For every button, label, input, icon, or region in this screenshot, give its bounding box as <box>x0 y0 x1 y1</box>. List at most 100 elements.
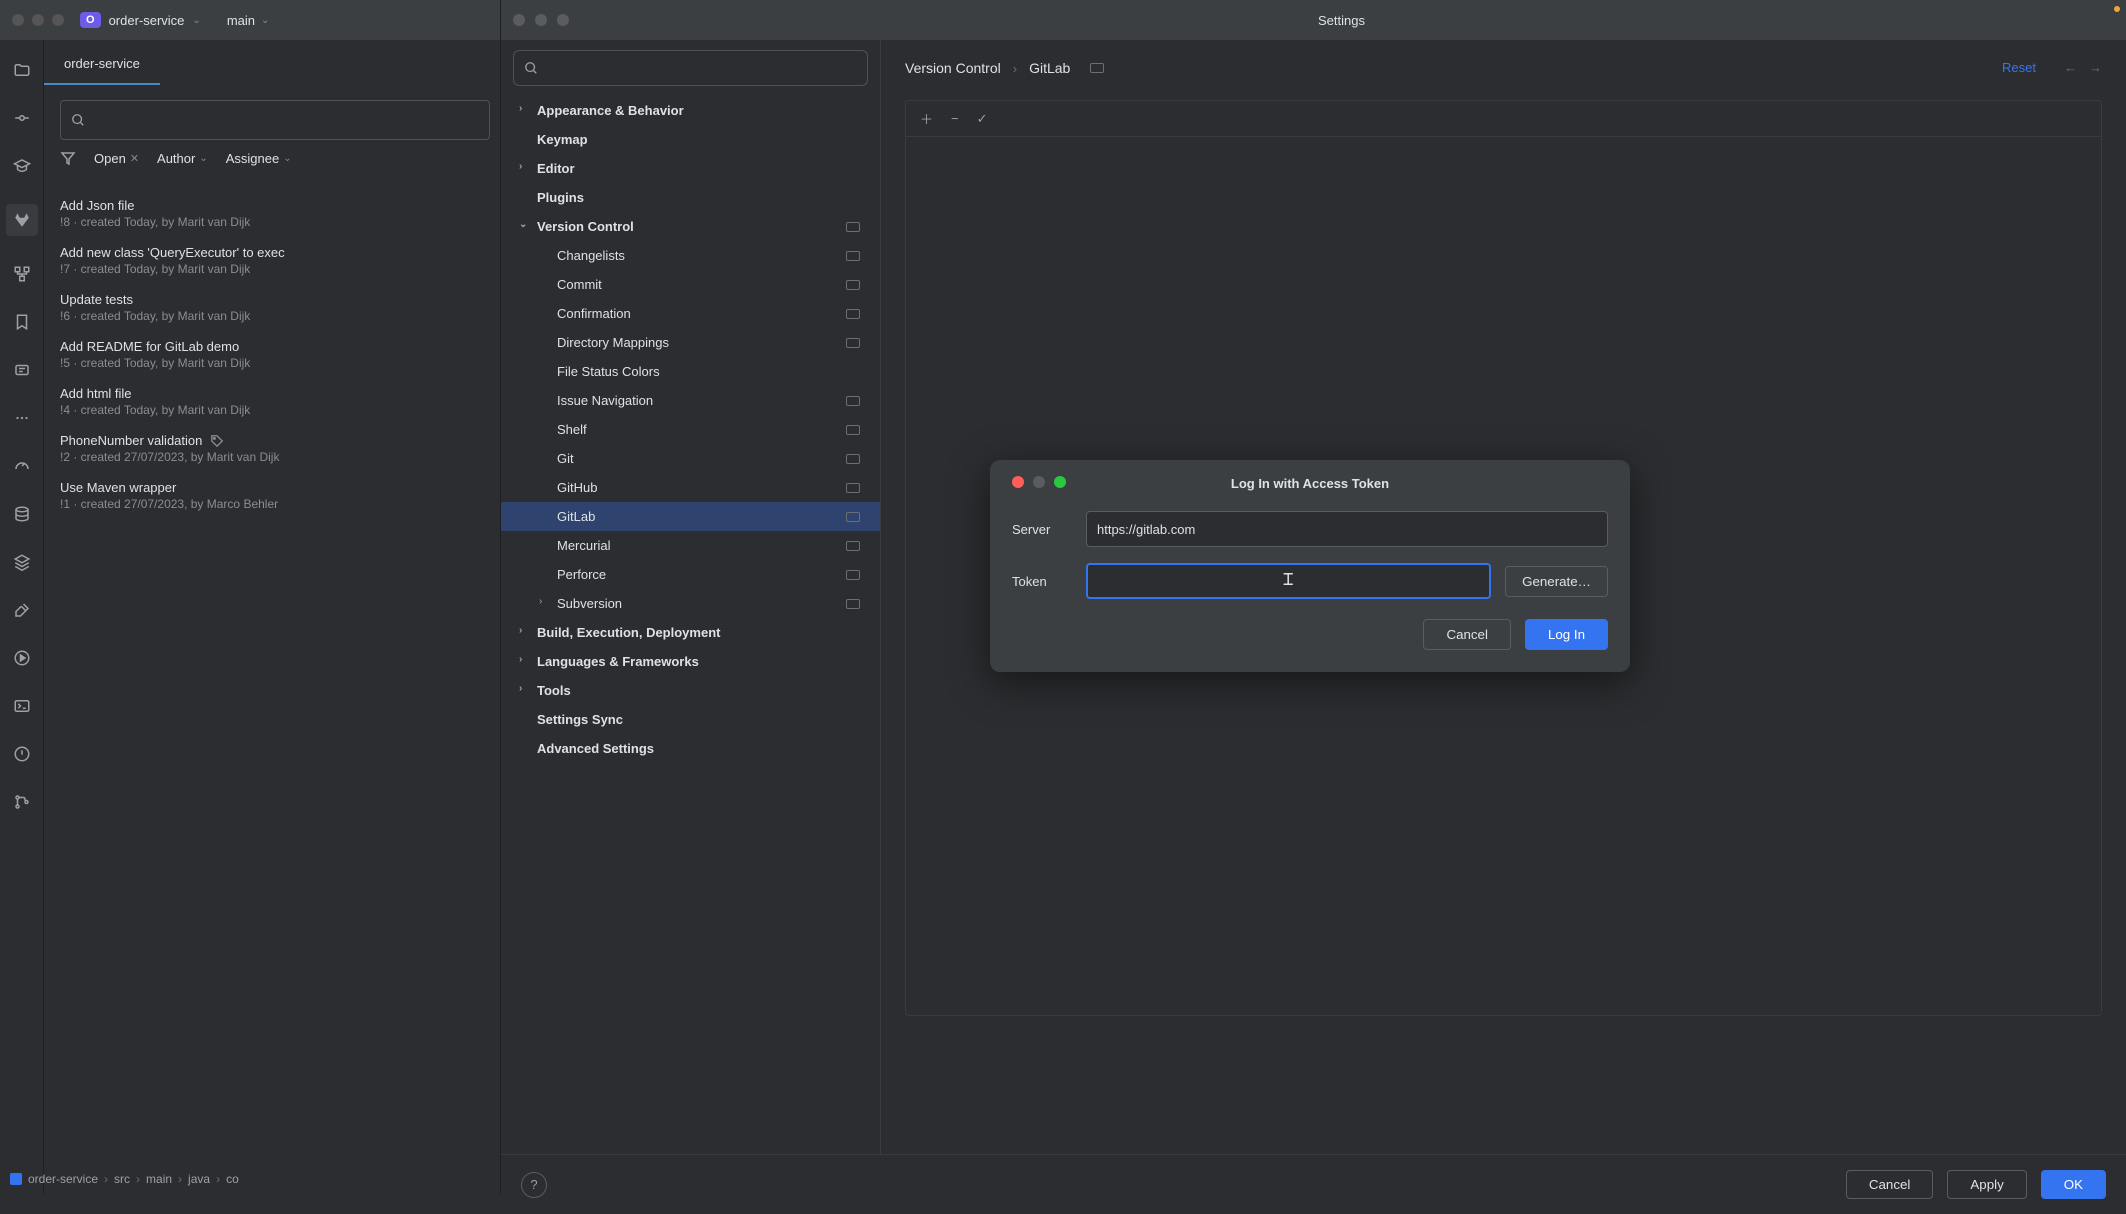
apply-button[interactable]: Apply <box>1947 1170 2026 1199</box>
structure-icon[interactable] <box>12 264 32 284</box>
maximize-icon[interactable] <box>52 14 64 26</box>
tree-item-tools[interactable]: ›Tools <box>501 676 880 705</box>
folder-icon[interactable] <box>12 60 32 80</box>
more-icon[interactable] <box>12 408 32 428</box>
breadcrumb-item[interactable]: java <box>188 1172 210 1186</box>
tree-label: Appearance & Behavior <box>537 103 684 118</box>
mr-title-text: PhoneNumber validation <box>60 433 202 448</box>
gauge-icon[interactable] <box>12 456 32 476</box>
cancel-button[interactable]: Cancel <box>1846 1170 1934 1199</box>
tree-item-issue-navigation[interactable]: Issue Navigation <box>501 386 880 415</box>
tree-item-confirmation[interactable]: Confirmation <box>501 299 880 328</box>
list-item[interactable]: Update tests !6 · created Today, by Mari… <box>60 284 490 331</box>
tree-item-directory-mappings[interactable]: Directory Mappings <box>501 328 880 357</box>
tree-item-changelists[interactable]: Changelists <box>501 241 880 270</box>
breadcrumb: order-service › src › main › java › co <box>10 1164 239 1194</box>
warning-icon[interactable] <box>12 744 32 764</box>
bookmark-icon[interactable] <box>12 312 32 332</box>
tree-item-appearance[interactable]: ›Appearance & Behavior <box>501 96 880 125</box>
tree-item-editor[interactable]: ›Editor <box>501 154 880 183</box>
list-item[interactable]: PhoneNumber validation !2 · created 27/0… <box>60 425 490 472</box>
tree-item-subversion[interactable]: ›Subversion <box>501 589 880 618</box>
breadcrumb-item[interactable]: order-service <box>28 1172 98 1186</box>
forward-icon[interactable]: → <box>2089 60 2102 75</box>
tree-item-git[interactable]: Git <box>501 444 880 473</box>
tree-item-build[interactable]: ›Build, Execution, Deployment <box>501 618 880 647</box>
layers-icon[interactable] <box>12 552 32 572</box>
mr-title: Use Maven wrapper <box>60 480 490 495</box>
close-icon[interactable] <box>1012 476 1024 488</box>
project-name[interactable]: order-service <box>109 13 185 28</box>
gitlab-icon[interactable] <box>6 204 38 236</box>
tree-item-file-status-colors[interactable]: File Status Colors <box>501 357 880 386</box>
breadcrumb-item[interactable]: Version Control <box>905 60 1001 76</box>
maximize-icon[interactable] <box>557 14 569 26</box>
cancel-button[interactable]: Cancel <box>1423 619 1511 650</box>
tree-item-languages[interactable]: ›Languages & Frameworks <box>501 647 880 676</box>
minimize-icon[interactable] <box>535 14 547 26</box>
list-item[interactable]: Add Json file !8 · created Today, by Mar… <box>60 190 490 237</box>
mr-meta: !6 · created Today, by Marit van Dijk <box>60 309 490 323</box>
filter-icon[interactable] <box>60 150 76 166</box>
tree-item-commit[interactable]: Commit <box>501 270 880 299</box>
settings-footer: ? Cancel Apply OK <box>501 1154 2126 1214</box>
branch-selector[interactable]: main ⌄ <box>221 13 270 28</box>
commit-icon[interactable] <box>12 108 32 128</box>
breadcrumb-item[interactable]: main <box>146 1172 172 1186</box>
close-icon[interactable]: ✕ <box>130 152 139 165</box>
tree-label: Git <box>557 451 574 466</box>
tree-item-mercurial[interactable]: Mercurial <box>501 531 880 560</box>
filter-state[interactable]: Open ✕ <box>94 151 139 166</box>
login-button[interactable]: Log In <box>1525 619 1608 650</box>
breadcrumb-item[interactable]: src <box>114 1172 130 1186</box>
tree-label: File Status Colors <box>557 364 660 379</box>
minimize-icon[interactable] <box>32 14 44 26</box>
graduation-icon[interactable] <box>12 156 32 176</box>
list-item[interactable]: Add html file !4 · created Today, by Mar… <box>60 378 490 425</box>
pull-request-icon[interactable] <box>12 360 32 380</box>
list-item[interactable]: Add new class 'QueryExecutor' to exec !7… <box>60 237 490 284</box>
mr-search-input[interactable] <box>60 100 490 140</box>
settings-breadcrumb: Version Control › GitLab <box>905 60 2102 76</box>
tree-item-perforce[interactable]: Perforce <box>501 560 880 589</box>
mr-meta: !4 · created Today, by Marit van Dijk <box>60 403 490 417</box>
terminal-icon[interactable] <box>12 696 32 716</box>
breadcrumb-item[interactable]: co <box>226 1172 239 1186</box>
play-icon[interactable] <box>12 648 32 668</box>
minimize-icon[interactable] <box>1033 476 1045 488</box>
remove-icon[interactable]: − <box>951 111 959 126</box>
list-item[interactable]: Use Maven wrapper !1 · created 27/07/202… <box>60 472 490 519</box>
close-icon[interactable] <box>12 14 24 26</box>
mr-title: Add html file <box>60 386 490 401</box>
tree-item-plugins[interactable]: Plugins <box>501 183 880 212</box>
generate-button[interactable]: Generate… <box>1505 566 1608 597</box>
tree-item-keymap[interactable]: Keymap <box>501 125 880 154</box>
settings-search-input[interactable] <box>513 50 868 86</box>
server-input[interactable] <box>1086 511 1608 547</box>
token-input[interactable] <box>1086 563 1491 599</box>
ok-button[interactable]: OK <box>2041 1170 2106 1199</box>
maximize-icon[interactable] <box>1054 476 1066 488</box>
tree-item-gitlab[interactable]: GitLab <box>501 502 880 531</box>
filter-assignee[interactable]: Assignee ⌄ <box>226 151 292 166</box>
tree-item-shelf[interactable]: Shelf <box>501 415 880 444</box>
reset-link[interactable]: Reset <box>2002 60 2036 75</box>
tool-tab[interactable]: order-service <box>44 44 160 85</box>
tree-item-advanced[interactable]: Advanced Settings <box>501 734 880 763</box>
git-icon[interactable] <box>12 792 32 812</box>
database-icon[interactable] <box>12 504 32 524</box>
chevron-down-icon[interactable]: ⌄ <box>192 15 200 26</box>
add-icon[interactable]: ＋ <box>920 109 933 128</box>
back-icon[interactable]: ← <box>2064 60 2077 75</box>
scope-icon <box>846 338 860 348</box>
tree-item-github[interactable]: GitHub <box>501 473 880 502</box>
hammer-icon[interactable] <box>12 600 32 620</box>
accounts-toolbar: ＋ − ✓ <box>905 100 2102 136</box>
check-icon[interactable]: ✓ <box>977 111 988 127</box>
close-icon[interactable] <box>513 14 525 26</box>
list-item[interactable]: Add README for GitLab demo !5 · created … <box>60 331 490 378</box>
tree-item-version-control[interactable]: ⌄Version Control <box>501 212 880 241</box>
filter-author[interactable]: Author ⌄ <box>157 151 208 166</box>
tree-item-settings-sync[interactable]: Settings Sync <box>501 705 880 734</box>
settings-tree: ›Appearance & Behavior Keymap ›Editor Pl… <box>501 40 881 1154</box>
